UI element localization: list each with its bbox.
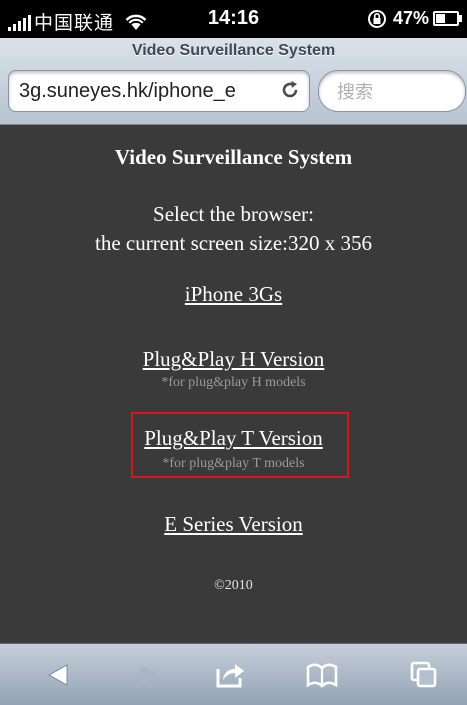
bookmarks-icon [306, 663, 338, 688]
iphone-link-row: iPhone 3Gs [0, 282, 467, 307]
e-series-link[interactable]: E Series Version [164, 512, 302, 536]
battery-icon [433, 11, 462, 26]
iphone-3gs-link[interactable]: iPhone 3Gs [185, 282, 282, 306]
page-title: Video Surveillance System [114, 145, 353, 169]
share-icon [216, 664, 244, 688]
search-field[interactable]: 搜索 [318, 70, 466, 112]
search-placeholder: 搜索 [337, 82, 373, 103]
plug-t-note: *for plug&play T models [162, 456, 305, 471]
forward-button[interactable] [130, 658, 170, 692]
phone-screen: 中国联通 14:16 47% Video Surveillance System [0, 0, 467, 705]
browser-toolbar [0, 643, 467, 705]
battery-tip [459, 15, 462, 22]
plug-h-note: *for plug&play H models [161, 375, 306, 390]
select-browser-text: Select the browser: [153, 202, 314, 226]
browser-bar: Video Surveillance System 3g.suneyes.hk/… [0, 38, 467, 125]
forward-icon [141, 665, 159, 685]
tabs-button[interactable] [404, 658, 444, 692]
battery-fill [436, 14, 446, 23]
screen-size-text: the current screen size:320 x 356 [95, 231, 372, 255]
reload-icon[interactable] [279, 79, 301, 101]
back-button[interactable] [38, 658, 78, 692]
plug-t-link-row: Plug&Play T Version [0, 426, 467, 451]
share-button[interactable] [210, 658, 250, 692]
status-bar: 中国联通 14:16 47% [0, 0, 467, 38]
status-right: 47% [367, 8, 462, 29]
bookmarks-button[interactable] [302, 658, 342, 692]
browser-page-title: Video Surveillance System [131, 42, 336, 59]
copyright: ©2010 [214, 578, 253, 593]
plug-play-t-link[interactable]: Plug&Play T Version [144, 426, 323, 450]
battery-percent: 47% [392, 8, 429, 28]
tabs-icon [410, 661, 437, 688]
e-series-link-row: E Series Version [0, 512, 467, 537]
page-content: Video Surveillance System Select the bro… [0, 125, 467, 643]
back-icon [48, 664, 68, 686]
plug-play-h-link[interactable]: Plug&Play H Version [143, 347, 325, 371]
rotation-lock-icon [367, 9, 386, 28]
url-field[interactable]: 3g.suneyes.hk/iphone_e [8, 70, 310, 112]
plug-h-link-row: Plug&Play H Version [0, 347, 467, 372]
url-text[interactable]: 3g.suneyes.hk/iphone_e [9, 80, 274, 103]
